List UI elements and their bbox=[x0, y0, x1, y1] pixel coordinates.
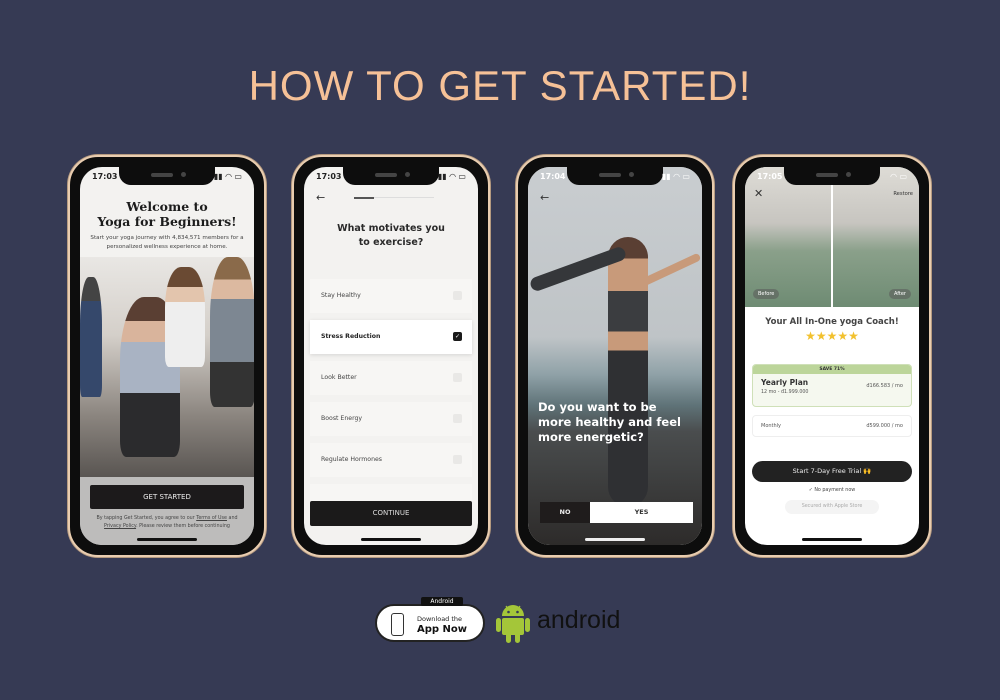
question-text: Do you want to be more healthy and feel … bbox=[538, 400, 681, 444]
after-label: After bbox=[888, 289, 911, 299]
no-button[interactable]: NO bbox=[540, 502, 590, 523]
checkbox[interactable] bbox=[453, 291, 462, 300]
phone-welcome: 17:03 ▮▮ ◠ ▭ Welcome to Yoga for Beginners… bbox=[68, 155, 266, 557]
before-after-photo: Before After bbox=[745, 167, 919, 307]
phone-question: 17:04 ▮▮ ◠ ▭ ← Do you want to be more hea… bbox=[516, 155, 714, 557]
checkbox-checked-icon[interactable]: ✓ bbox=[453, 332, 462, 341]
status-time: 17:04 bbox=[540, 172, 566, 181]
paywall-headline: Your All In-One yoga Coach! bbox=[765, 317, 899, 327]
back-arrow-icon[interactable]: ← bbox=[540, 191, 549, 204]
status-icons: ▮▮ ◠ ▭ bbox=[661, 172, 690, 181]
phone-paywall: Before After 17:05 ◠ ▭ ✕ Restore Your All… bbox=[733, 155, 931, 557]
question-title: What motivates you to exercise? bbox=[337, 223, 445, 248]
start-trial-button[interactable]: Start 7-Day Free Trial 🙌 bbox=[752, 461, 912, 482]
back-arrow-icon[interactable]: ← bbox=[316, 191, 325, 204]
monthly-plan-option[interactable]: Monthly đ599.000 / mo bbox=[752, 415, 912, 437]
no-payment-note: ✓ No payment now bbox=[808, 488, 856, 493]
terms-link[interactable]: Terms of Use bbox=[196, 516, 227, 521]
yes-button[interactable]: YES bbox=[590, 502, 693, 523]
five-stars-icon: ★★★★★ bbox=[805, 329, 859, 343]
option-boost-energy[interactable]: Boost Energy bbox=[310, 402, 472, 436]
legal-text: By tapping Get Started, you agree to our… bbox=[96, 516, 238, 529]
status-time: 17:05 bbox=[757, 172, 783, 181]
android-wordmark: android bbox=[537, 606, 621, 634]
secured-badge: Secured with Apple Store bbox=[785, 500, 879, 514]
close-icon[interactable]: ✕ bbox=[754, 187, 763, 200]
android-robot-icon bbox=[496, 605, 530, 643]
android-tag: Android bbox=[421, 597, 463, 606]
home-indicator bbox=[137, 538, 197, 541]
status-time: 17:03 bbox=[92, 172, 118, 181]
checkbox[interactable] bbox=[453, 414, 462, 423]
continue-button[interactable]: CONTINUE bbox=[310, 501, 472, 526]
get-started-button[interactable]: GET STARTED bbox=[90, 485, 244, 509]
option-stress-reduction[interactable]: Stress Reduction ✓ bbox=[310, 320, 472, 354]
restore-button[interactable]: Restore bbox=[893, 191, 913, 197]
welcome-title: Welcome to Yoga for Beginners! bbox=[97, 199, 237, 229]
download-app-button[interactable]: Download the App Now bbox=[375, 604, 485, 642]
before-label: Before bbox=[753, 289, 780, 299]
yoga-class-photo bbox=[80, 257, 254, 482]
checkbox[interactable] bbox=[453, 373, 462, 382]
yoga-beach-photo bbox=[528, 167, 702, 545]
option-look-better[interactable]: Look Better bbox=[310, 361, 472, 395]
privacy-link[interactable]: Privacy Policy bbox=[104, 524, 136, 529]
status-time: 17:03 bbox=[316, 172, 342, 181]
status-icons: ◠ ▭ bbox=[890, 172, 908, 181]
home-indicator bbox=[585, 538, 645, 541]
yearly-plan-option[interactable]: SAVE 71% Yearly Plan 12 mo - đ1.999.000 … bbox=[752, 364, 912, 407]
phone-motivation: 17:03 ▮▮ ◠ ▭ ← What motivates you to exerc… bbox=[292, 155, 490, 557]
option-stay-healthy[interactable]: Stay Healthy bbox=[310, 279, 472, 313]
phone-icon bbox=[391, 613, 404, 636]
status-icons: ▮▮ ◠ ▭ bbox=[437, 172, 466, 181]
page-title: HOW TO GET STARTED! bbox=[248, 62, 752, 109]
checkbox[interactable] bbox=[453, 455, 462, 464]
save-badge: SAVE 71% bbox=[753, 365, 911, 374]
home-indicator bbox=[361, 538, 421, 541]
status-icons: ▮▮ ◠ ▭ bbox=[213, 172, 242, 181]
welcome-subtitle: Start your yoga journey with 4,834,571 m… bbox=[90, 235, 244, 250]
progress-bar bbox=[354, 197, 434, 199]
home-indicator bbox=[802, 538, 862, 541]
option-regulate-hormones[interactable]: Regulate Hormones bbox=[310, 443, 472, 477]
